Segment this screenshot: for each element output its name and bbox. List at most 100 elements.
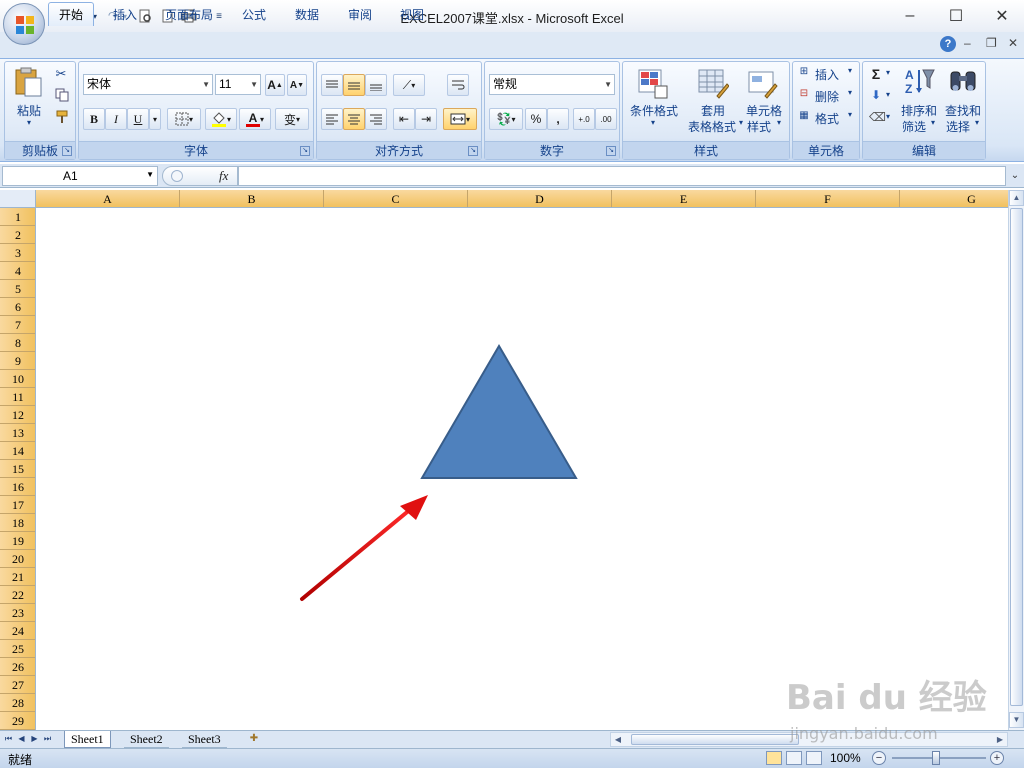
font-name-combo[interactable]: 宋体 ▼ <box>83 74 213 95</box>
orientation-button[interactable]: ⟋ ▾ <box>393 74 425 96</box>
conditional-format-dropdown-icon[interactable]: ▾ <box>647 118 659 127</box>
row-header[interactable]: 11 <box>0 388 35 406</box>
copy-icon[interactable] <box>55 88 69 102</box>
tab-home[interactable]: 开始 <box>48 2 95 26</box>
row-header[interactable]: 27 <box>0 676 35 694</box>
row-header[interactable]: 4 <box>0 262 35 280</box>
fill-color-button[interactable]: ▾ <box>205 108 237 130</box>
font-launcher-icon[interactable]: ↘ <box>300 146 310 156</box>
tab-review[interactable]: 审阅 <box>338 2 382 26</box>
decrease-indent-button[interactable]: ⇤ <box>393 108 415 130</box>
scroll-left-icon[interactable]: ◀ <box>611 733 625 746</box>
clear-icon[interactable]: ⌫ <box>869 110 886 124</box>
bold-button[interactable]: B <box>83 108 105 130</box>
row-header[interactable]: 28 <box>0 694 35 712</box>
tab-insert[interactable]: 插入 <box>103 2 147 26</box>
insert-cells-icon[interactable]: ⊞ <box>797 66 811 77</box>
sort-filter-label-1[interactable]: 排序和 <box>897 102 941 119</box>
cell-styles-label-1[interactable]: 单元格 <box>741 102 787 119</box>
cut-icon[interactable]: ✂ <box>53 66 69 82</box>
paste-button-label[interactable]: 粘贴 <box>11 102 47 119</box>
format-painter-icon[interactable] <box>55 110 69 124</box>
previous-sheet-icon[interactable]: ◀ <box>16 731 27 747</box>
column-header-b[interactable]: B <box>180 190 324 207</box>
fill-icon[interactable]: ⬇ <box>869 88 883 102</box>
column-header-d[interactable]: D <box>468 190 612 207</box>
format-as-table-label-1[interactable]: 套用 <box>689 102 737 119</box>
office-button[interactable] <box>3 3 45 45</box>
format-cells-button[interactable]: 格式 <box>815 110 845 127</box>
row-header[interactable]: 20 <box>0 550 35 568</box>
zoom-slider-thumb[interactable] <box>932 751 940 765</box>
ribbon-minimize-icon[interactable]: – <box>964 36 971 50</box>
zoom-level[interactable]: 100% <box>830 751 861 765</box>
row-header[interactable]: 18 <box>0 514 35 532</box>
format-as-table-label-2[interactable]: 表格格式 <box>681 118 743 135</box>
underline-button[interactable]: U <box>127 108 149 130</box>
top-align-button[interactable] <box>321 74 343 96</box>
percent-style-button[interactable]: % <box>525 108 547 130</box>
insert-function-icon[interactable]: fx <box>219 168 228 184</box>
fill-dropdown-icon[interactable]: ▾ <box>883 90 893 99</box>
name-box[interactable]: A1 ▼ <box>2 166 158 186</box>
font-color-button[interactable]: A ▾ <box>239 108 271 130</box>
tab-view[interactable]: 视图 <box>390 2 434 26</box>
format-as-table-icon[interactable] <box>697 68 729 100</box>
alignment-launcher-icon[interactable]: ↘ <box>468 146 478 156</box>
font-size-combo[interactable]: 11 ▼ <box>215 74 261 95</box>
sheet-tab-sheet3[interactable]: Sheet3 <box>182 731 227 748</box>
row-header[interactable]: 19 <box>0 532 35 550</box>
horizontal-scroll-thumb[interactable] <box>631 734 799 745</box>
conditional-format-icon[interactable] <box>637 68 669 100</box>
close-button[interactable]: ✕ <box>982 4 1022 28</box>
row-header[interactable]: 29 <box>0 712 35 730</box>
number-launcher-icon[interactable]: ↘ <box>606 146 616 156</box>
row-header[interactable]: 3 <box>0 244 35 262</box>
row-header[interactable]: 25 <box>0 640 35 658</box>
first-sheet-icon[interactable]: ⏮ <box>3 731 14 747</box>
row-header[interactable]: 1 <box>0 208 35 226</box>
autosum-icon[interactable]: Σ <box>869 66 883 82</box>
find-select-dropdown-icon[interactable]: ▾ <box>973 118 981 127</box>
format-dropdown-icon[interactable]: ▾ <box>845 110 855 119</box>
expand-formula-bar-icon[interactable]: ⌄ <box>1008 166 1022 186</box>
vertical-scrollbar[interactable]: ▲ ▼ <box>1008 190 1024 730</box>
bottom-align-button[interactable] <box>365 74 387 96</box>
row-header[interactable]: 23 <box>0 604 35 622</box>
ribbon-restore-icon[interactable]: ❐ <box>986 36 997 50</box>
row-header[interactable]: 10 <box>0 370 35 388</box>
clipboard-launcher-icon[interactable]: ↘ <box>62 146 72 156</box>
find-select-label-1[interactable]: 查找和 <box>941 102 985 119</box>
row-header[interactable]: 17 <box>0 496 35 514</box>
page-layout-view-icon[interactable] <box>786 751 802 765</box>
clear-dropdown-icon[interactable]: ▾ <box>883 112 893 121</box>
cell-styles-icon[interactable] <box>747 68 779 100</box>
tab-page-layout[interactable]: 页面布局 <box>155 2 223 26</box>
row-header[interactable]: 13 <box>0 424 35 442</box>
sort-filter-dropdown-icon[interactable]: ▾ <box>929 118 937 127</box>
row-header[interactable]: 9 <box>0 352 35 370</box>
italic-button[interactable]: I <box>105 108 127 130</box>
ribbon-close-icon[interactable]: ✕ <box>1008 36 1018 50</box>
sheet-tab-sheet2[interactable]: Sheet2 <box>124 731 169 748</box>
cell-styles-dropdown-icon[interactable]: ▾ <box>775 118 783 127</box>
delete-cells-button[interactable]: 删除 <box>815 88 845 105</box>
sort-filter-label-2[interactable]: 筛选 <box>897 118 931 135</box>
column-header-e[interactable]: E <box>612 190 756 207</box>
phonetic-button[interactable]: 变 ▾ <box>275 108 309 130</box>
zoom-in-icon[interactable]: + <box>990 751 1004 765</box>
borders-button[interactable]: ▾ <box>167 108 201 130</box>
find-select-label-2[interactable]: 选择 <box>941 118 975 135</box>
vertical-scroll-thumb[interactable] <box>1010 208 1023 706</box>
grow-font-button[interactable]: A ▲ <box>265 74 285 96</box>
sort-filter-icon[interactable]: A Z <box>903 66 935 98</box>
autosum-dropdown-icon[interactable]: ▾ <box>883 68 893 77</box>
shrink-font-button[interactable]: A ▼ <box>287 74 307 96</box>
tab-data[interactable]: 数据 <box>285 2 329 26</box>
column-header-a[interactable]: A <box>36 190 180 207</box>
row-header[interactable]: 22 <box>0 586 35 604</box>
format-cells-icon[interactable]: ▦ <box>797 110 811 121</box>
row-header[interactable]: 2 <box>0 226 35 244</box>
row-header[interactable]: 7 <box>0 316 35 334</box>
middle-align-button[interactable] <box>343 74 365 96</box>
